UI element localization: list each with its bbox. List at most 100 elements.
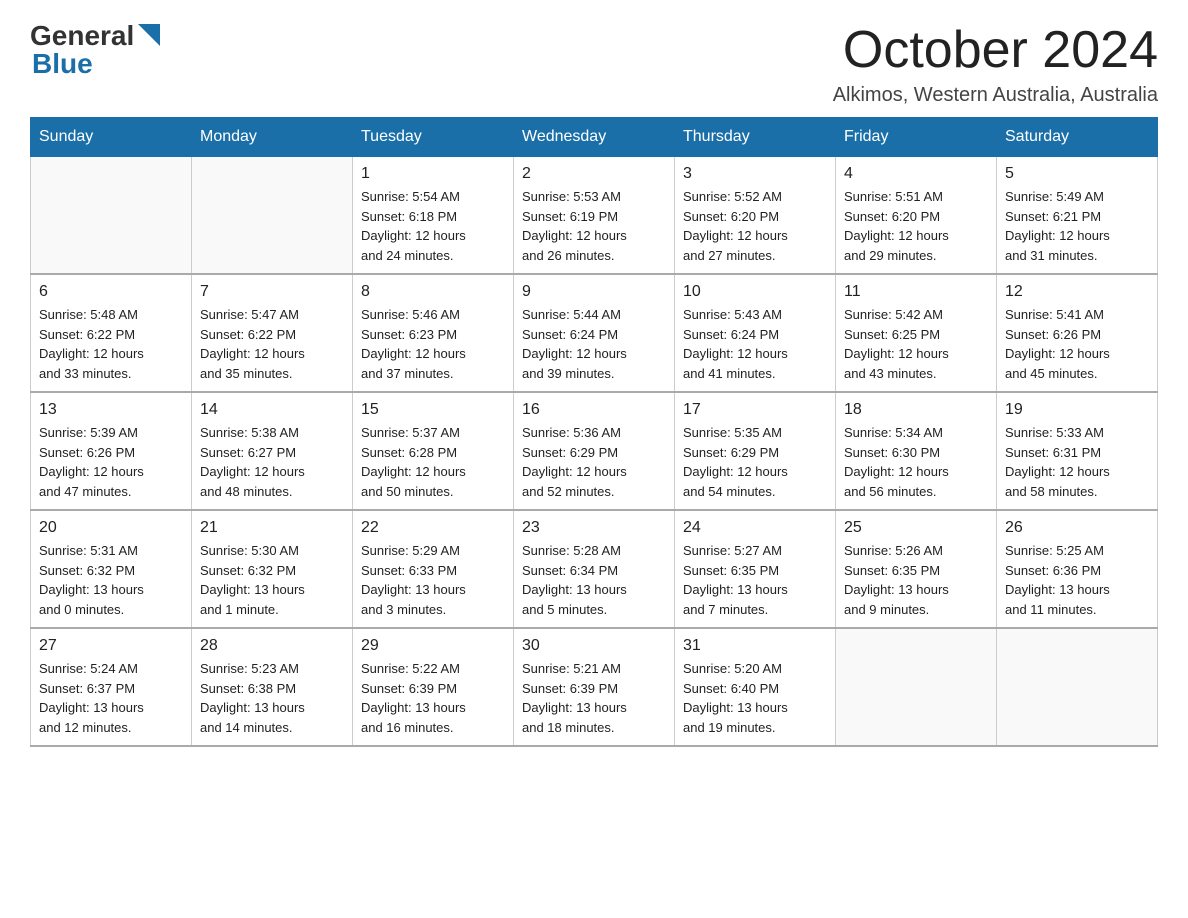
- calendar-cell: 2 Sunrise: 5:53 AMSunset: 6:19 PMDaylight…: [514, 157, 675, 275]
- calendar-cell: 27 Sunrise: 5:24 AMSunset: 6:37 PMDayligh…: [31, 628, 192, 746]
- day-info: Sunrise: 5:54 AMSunset: 6:18 PMDaylight:…: [361, 187, 505, 265]
- calendar-cell: 14Sunrise: 5:38 AMSunset: 6:27 PMDayligh…: [192, 392, 353, 510]
- page-header: General Blue October 2024 Alkimos, Weste…: [30, 20, 1158, 107]
- calendar-header-tuesday: Tuesday: [353, 118, 514, 157]
- calendar-table: SundayMondayTuesdayWednesdayThursdayFrid…: [30, 117, 1158, 747]
- day-number: 19: [1005, 401, 1149, 419]
- day-number: 4: [844, 165, 988, 183]
- day-number: 12: [1005, 283, 1149, 301]
- day-info: Sunrise: 5:43 AMSunset: 6:24 PMDaylight:…: [683, 305, 827, 383]
- day-info: Sunrise: 5:41 AMSunset: 6:26 PMDaylight:…: [1005, 305, 1149, 383]
- day-info: Sunrise: 5:46 AMSunset: 6:23 PMDaylight:…: [361, 305, 505, 383]
- day-info: Sunrise: 5:34 AMSunset: 6:30 PMDaylight:…: [844, 423, 988, 501]
- logo: General Blue: [30, 20, 160, 80]
- calendar-cell: 20 Sunrise: 5:31 AMSunset: 6:32 PMDayligh…: [31, 510, 192, 628]
- day-number: 23: [522, 519, 666, 537]
- calendar-header-thursday: Thursday: [675, 118, 836, 157]
- calendar-week-row: 1 Sunrise: 5:54 AMSunset: 6:18 PMDaylight…: [31, 157, 1158, 275]
- calendar-header-friday: Friday: [836, 118, 997, 157]
- day-info: Sunrise: 5:28 AMSunset: 6:34 PMDaylight:…: [522, 541, 666, 619]
- calendar-cell: [997, 628, 1158, 746]
- day-info: Sunrise: 5:33 AMSunset: 6:31 PMDaylight:…: [1005, 423, 1149, 501]
- day-info: Sunrise: 5:49 AMSunset: 6:21 PMDaylight:…: [1005, 187, 1149, 265]
- day-info: Sunrise: 5:51 AMSunset: 6:20 PMDaylight:…: [844, 187, 988, 265]
- calendar-cell: 10 Sunrise: 5:43 AMSunset: 6:24 PMDayligh…: [675, 274, 836, 392]
- day-number: 22: [361, 519, 505, 537]
- day-info: Sunrise: 5:47 AMSunset: 6:22 PMDaylight:…: [200, 305, 344, 383]
- day-info: Sunrise: 5:24 AMSunset: 6:37 PMDaylight:…: [39, 659, 183, 737]
- day-number: 31: [683, 637, 827, 655]
- day-number: 27: [39, 637, 183, 655]
- day-number: 10: [683, 283, 827, 301]
- calendar-cell: 30Sunrise: 5:21 AMSunset: 6:39 PMDayligh…: [514, 628, 675, 746]
- calendar-cell: 5 Sunrise: 5:49 AMSunset: 6:21 PMDaylight…: [997, 157, 1158, 275]
- day-info: Sunrise: 5:22 AMSunset: 6:39 PMDaylight:…: [361, 659, 505, 737]
- day-number: 3: [683, 165, 827, 183]
- calendar-week-row: 6 Sunrise: 5:48 AMSunset: 6:22 PMDaylight…: [31, 274, 1158, 392]
- day-info: Sunrise: 5:30 AMSunset: 6:32 PMDaylight:…: [200, 541, 344, 619]
- title-section: October 2024 Alkimos, Western Australia,…: [833, 20, 1158, 107]
- calendar-header-sunday: Sunday: [31, 118, 192, 157]
- day-info: Sunrise: 5:39 AMSunset: 6:26 PMDaylight:…: [39, 423, 183, 501]
- day-number: 5: [1005, 165, 1149, 183]
- day-number: 6: [39, 283, 183, 301]
- day-number: 28: [200, 637, 344, 655]
- calendar-cell: [192, 157, 353, 275]
- day-number: 11: [844, 283, 988, 301]
- day-info: Sunrise: 5:29 AMSunset: 6:33 PMDaylight:…: [361, 541, 505, 619]
- calendar-cell: 8 Sunrise: 5:46 AMSunset: 6:23 PMDaylight…: [353, 274, 514, 392]
- day-number: 8: [361, 283, 505, 301]
- calendar-cell: 16Sunrise: 5:36 AMSunset: 6:29 PMDayligh…: [514, 392, 675, 510]
- calendar-week-row: 13 Sunrise: 5:39 AMSunset: 6:26 PMDayligh…: [31, 392, 1158, 510]
- day-number: 7: [200, 283, 344, 301]
- day-number: 26: [1005, 519, 1149, 537]
- calendar-cell: 6 Sunrise: 5:48 AMSunset: 6:22 PMDaylight…: [31, 274, 192, 392]
- day-number: 1: [361, 165, 505, 183]
- day-info: Sunrise: 5:42 AMSunset: 6:25 PMDaylight:…: [844, 305, 988, 383]
- calendar-cell: 9 Sunrise: 5:44 AMSunset: 6:24 PMDaylight…: [514, 274, 675, 392]
- calendar-cell: 11 Sunrise: 5:42 AMSunset: 6:25 PMDayligh…: [836, 274, 997, 392]
- calendar-cell: [31, 157, 192, 275]
- day-info: Sunrise: 5:48 AMSunset: 6:22 PMDaylight:…: [39, 305, 183, 383]
- day-number: 2: [522, 165, 666, 183]
- day-info: Sunrise: 5:36 AMSunset: 6:29 PMDaylight:…: [522, 423, 666, 501]
- calendar-cell: 4 Sunrise: 5:51 AMSunset: 6:20 PMDaylight…: [836, 157, 997, 275]
- calendar-cell: 28 Sunrise: 5:23 AMSunset: 6:38 PMDayligh…: [192, 628, 353, 746]
- day-number: 9: [522, 283, 666, 301]
- day-info: Sunrise: 5:20 AMSunset: 6:40 PMDaylight:…: [683, 659, 827, 737]
- day-number: 29: [361, 637, 505, 655]
- calendar-cell: 31 Sunrise: 5:20 AMSunset: 6:40 PMDayligh…: [675, 628, 836, 746]
- calendar-cell: 3Sunrise: 5:52 AMSunset: 6:20 PMDaylight…: [675, 157, 836, 275]
- calendar-cell: 23 Sunrise: 5:28 AMSunset: 6:34 PMDayligh…: [514, 510, 675, 628]
- logo-arrow-icon: [138, 24, 160, 46]
- day-info: Sunrise: 5:27 AMSunset: 6:35 PMDaylight:…: [683, 541, 827, 619]
- day-info: Sunrise: 5:26 AMSunset: 6:35 PMDaylight:…: [844, 541, 988, 619]
- day-info: Sunrise: 5:25 AMSunset: 6:36 PMDaylight:…: [1005, 541, 1149, 619]
- calendar-header-wednesday: Wednesday: [514, 118, 675, 157]
- day-number: 13: [39, 401, 183, 419]
- calendar-cell: 22 Sunrise: 5:29 AMSunset: 6:33 PMDayligh…: [353, 510, 514, 628]
- day-info: Sunrise: 5:53 AMSunset: 6:19 PMDaylight:…: [522, 187, 666, 265]
- day-number: 21: [200, 519, 344, 537]
- calendar-cell: 13 Sunrise: 5:39 AMSunset: 6:26 PMDayligh…: [31, 392, 192, 510]
- calendar-week-row: 20 Sunrise: 5:31 AMSunset: 6:32 PMDayligh…: [31, 510, 1158, 628]
- calendar-week-row: 27 Sunrise: 5:24 AMSunset: 6:37 PMDayligh…: [31, 628, 1158, 746]
- day-info: Sunrise: 5:23 AMSunset: 6:38 PMDaylight:…: [200, 659, 344, 737]
- day-number: 25: [844, 519, 988, 537]
- calendar-cell: 15Sunrise: 5:37 AMSunset: 6:28 PMDayligh…: [353, 392, 514, 510]
- day-number: 18: [844, 401, 988, 419]
- calendar-cell: [836, 628, 997, 746]
- calendar-cell: 19 Sunrise: 5:33 AMSunset: 6:31 PMDayligh…: [997, 392, 1158, 510]
- day-number: 24: [683, 519, 827, 537]
- calendar-cell: 25 Sunrise: 5:26 AMSunset: 6:35 PMDayligh…: [836, 510, 997, 628]
- day-info: Sunrise: 5:37 AMSunset: 6:28 PMDaylight:…: [361, 423, 505, 501]
- day-info: Sunrise: 5:35 AMSunset: 6:29 PMDaylight:…: [683, 423, 827, 501]
- day-number: 20: [39, 519, 183, 537]
- day-info: Sunrise: 5:44 AMSunset: 6:24 PMDaylight:…: [522, 305, 666, 383]
- day-info: Sunrise: 5:21 AMSunset: 6:39 PMDaylight:…: [522, 659, 666, 737]
- day-number: 14: [200, 401, 344, 419]
- calendar-cell: 26 Sunrise: 5:25 AMSunset: 6:36 PMDayligh…: [997, 510, 1158, 628]
- day-info: Sunrise: 5:31 AMSunset: 6:32 PMDaylight:…: [39, 541, 183, 619]
- calendar-cell: 18 Sunrise: 5:34 AMSunset: 6:30 PMDayligh…: [836, 392, 997, 510]
- calendar-cell: 17Sunrise: 5:35 AMSunset: 6:29 PMDayligh…: [675, 392, 836, 510]
